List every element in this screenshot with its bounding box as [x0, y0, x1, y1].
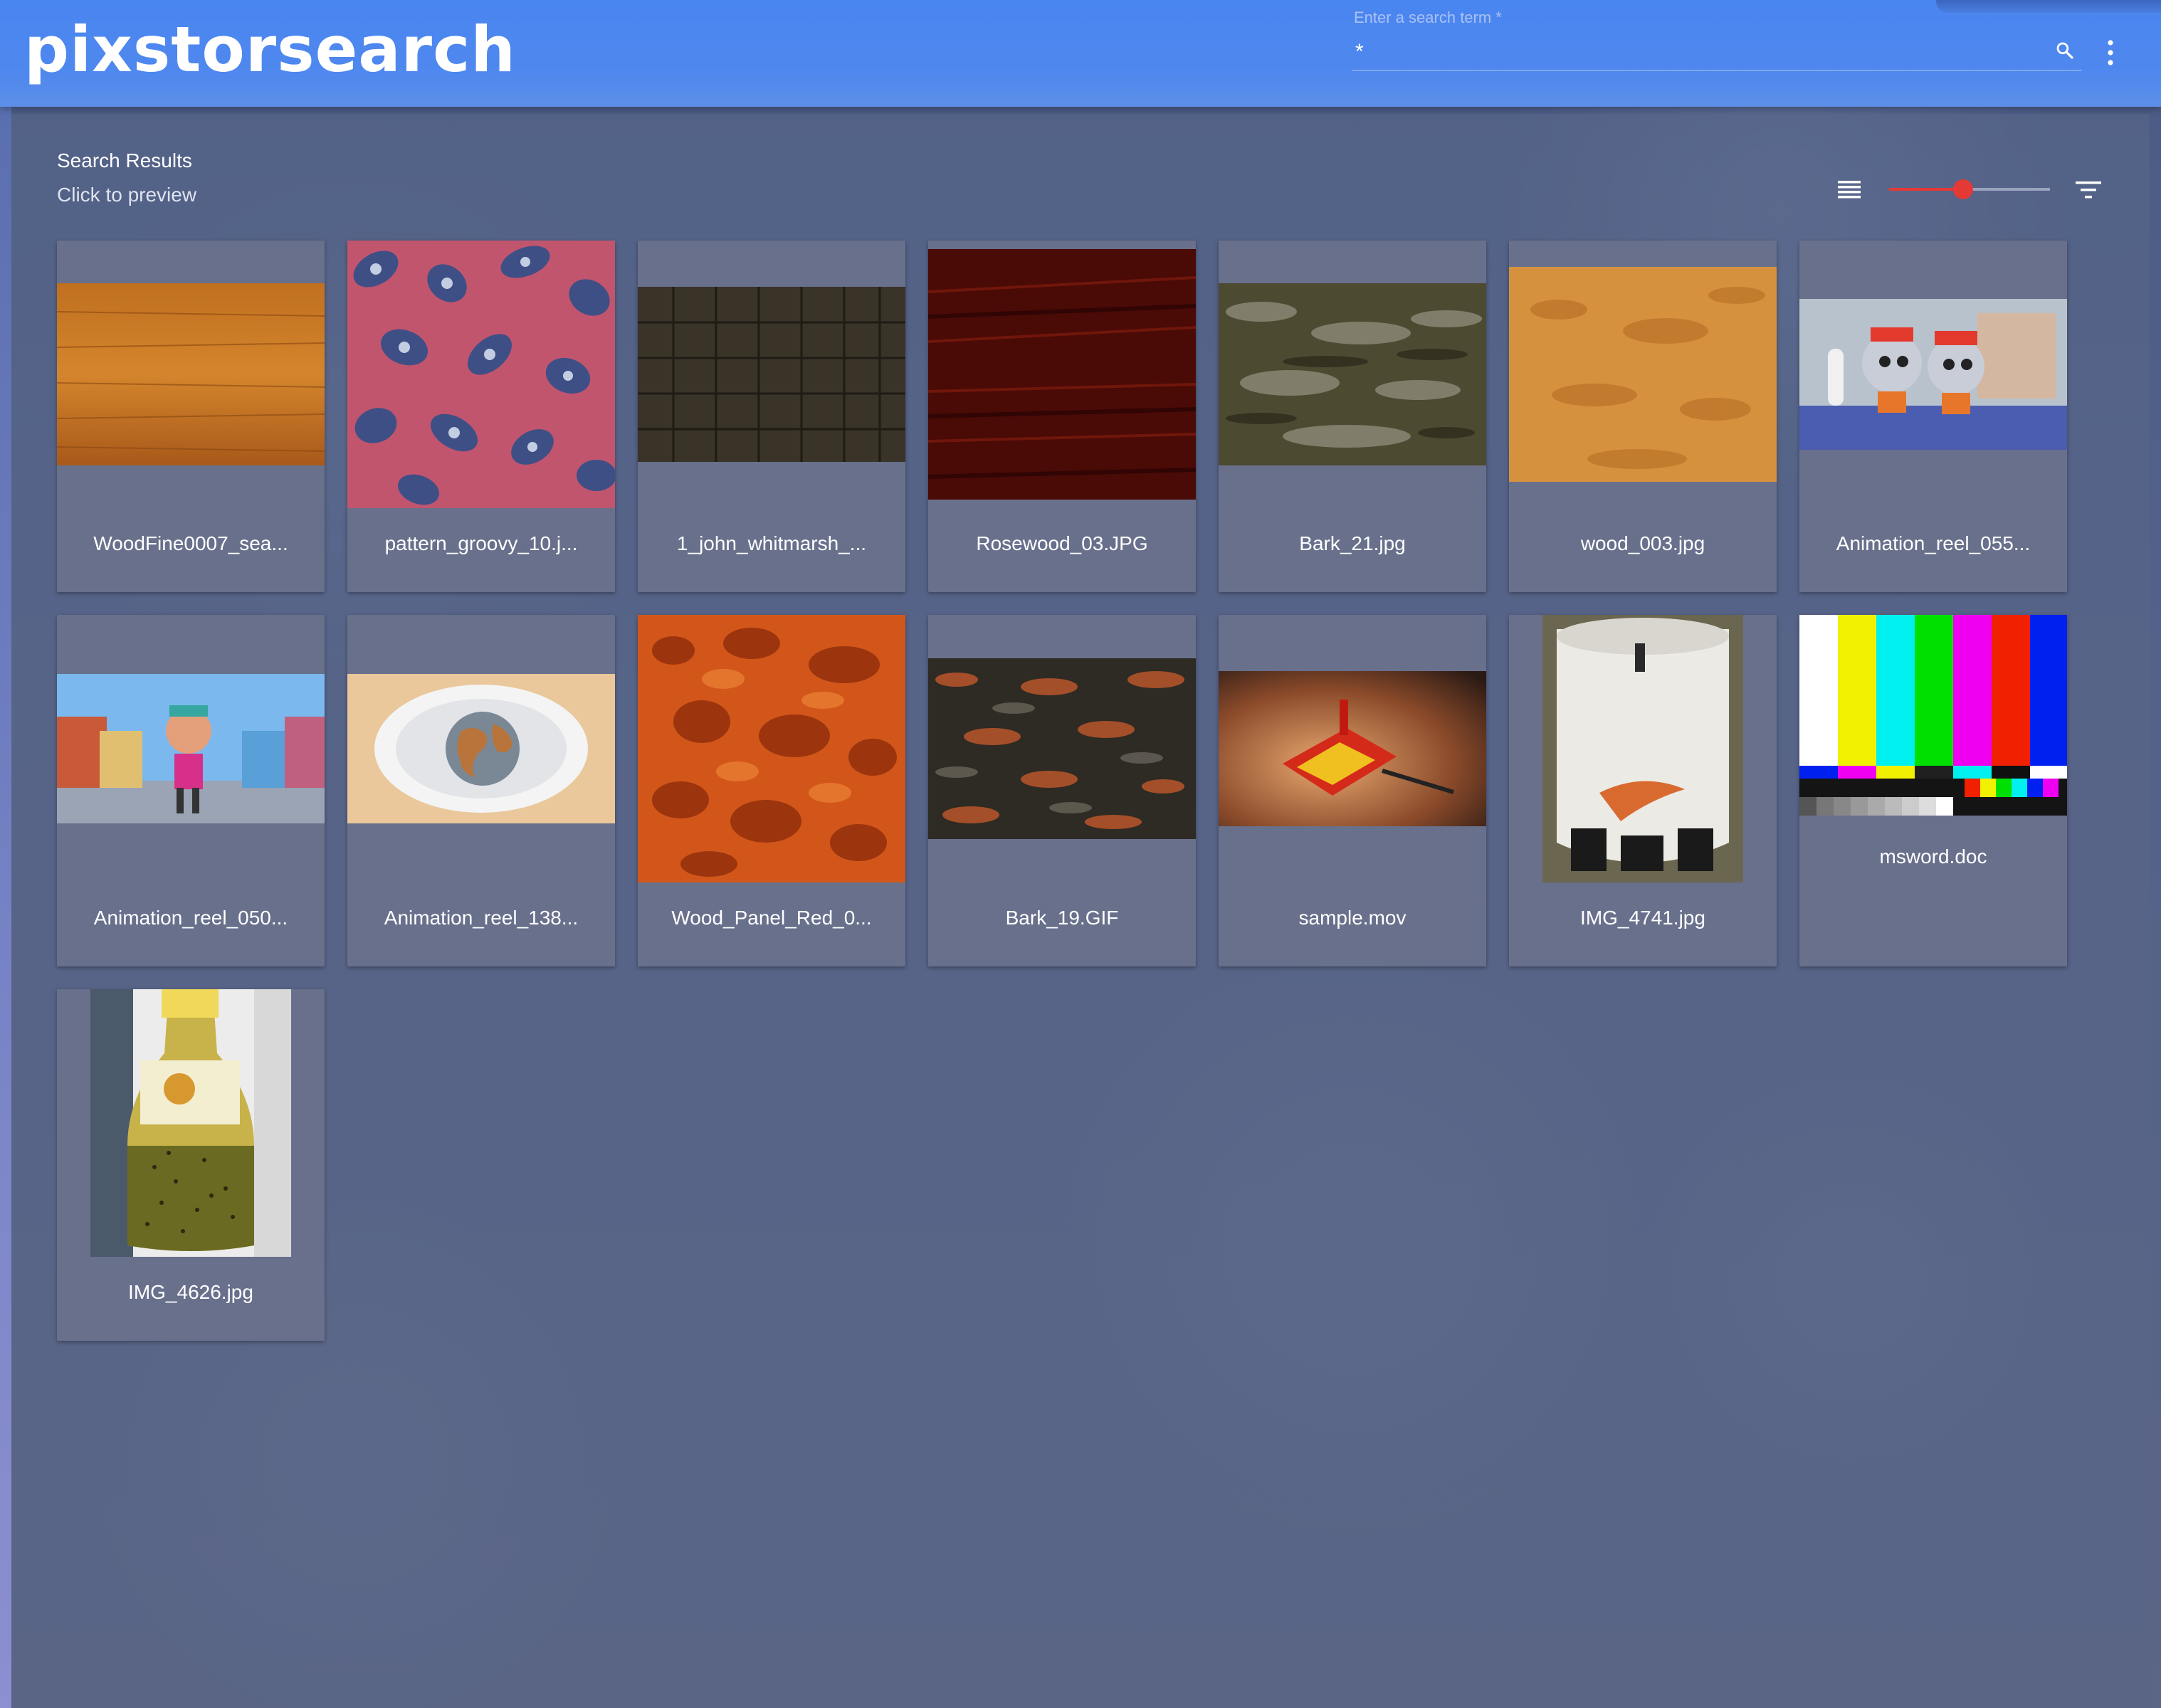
card-filename: Rosewood_03.JPG — [976, 532, 1148, 554]
more-vert-icon[interactable] — [2100, 38, 2121, 67]
result-card[interactable]: Rosewood_03.JPG — [928, 241, 1196, 592]
slider-track — [1962, 188, 2050, 191]
tile-thumbnail — [638, 287, 905, 462]
animation-thumbnail — [347, 674, 615, 823]
slider-track-active — [1889, 188, 1963, 191]
results-title: Search Results — [57, 149, 192, 172]
card-filename: WoodFine0007_sea... — [93, 532, 288, 554]
result-card[interactable]: WoodFine0007_sea... — [57, 241, 325, 592]
thumbnail-size-slider[interactable] — [1889, 179, 2050, 199]
card-filename: sample.mov — [1298, 907, 1407, 929]
result-card[interactable]: 1_john_whitmarsh_... — [638, 241, 905, 592]
card-filename: Wood_Panel_Red_0... — [671, 907, 872, 929]
result-card[interactable]: IMG_4741.jpg — [1509, 615, 1777, 966]
filter-icon[interactable] — [2074, 178, 2103, 202]
result-card[interactable]: Wood_Panel_Red_0... — [638, 615, 905, 966]
card-filename: wood_003.jpg — [1580, 532, 1705, 554]
wood-grain-thumbnail — [1509, 267, 1777, 482]
animation-thumbnail — [1799, 299, 2067, 450]
card-filename: Animation_reel_138... — [384, 907, 579, 929]
result-card[interactable]: Bark_21.jpg — [1219, 241, 1486, 592]
slider-thumb[interactable] — [1952, 179, 1973, 199]
card-filename: Animation_reel_050... — [93, 907, 288, 929]
animation-thumbnail — [57, 674, 325, 823]
card-filename: IMG_4626.jpg — [128, 1281, 253, 1303]
result-card[interactable]: IMG_4626.jpg — [57, 989, 325, 1341]
result-card[interactable]: msword.doc — [1799, 615, 2067, 966]
result-card[interactable]: wood_003.jpg — [1509, 241, 1777, 592]
result-card[interactable]: Bark_19.GIF — [928, 615, 1196, 966]
window-edge — [0, 107, 11, 1708]
results-subtitle: Click to preview — [57, 184, 197, 206]
card-filename: pattern_groovy_10.j... — [384, 532, 578, 554]
search-input[interactable] — [1352, 34, 2082, 71]
result-card[interactable]: Animation_reel_050... — [57, 615, 325, 966]
result-card[interactable]: Animation_reel_138... — [347, 615, 615, 966]
card-filename: IMG_4741.jpg — [1580, 907, 1705, 929]
list-view-icon[interactable] — [1836, 178, 1862, 202]
pattern-thumbnail — [347, 241, 615, 508]
color-bars-thumbnail — [1799, 615, 2067, 816]
bark-thumbnail — [1219, 283, 1486, 465]
card-filename: Bark_21.jpg — [1299, 532, 1406, 554]
video-thumbnail — [1219, 671, 1486, 826]
search-field[interactable]: Enter a search term * — [1352, 6, 2086, 71]
wood-panel-thumbnail — [638, 615, 905, 882]
card-filename: 1_john_whitmarsh_... — [676, 532, 867, 554]
result-card[interactable]: Animation_reel_055... — [1799, 241, 2067, 592]
wood-thumbnail — [57, 283, 325, 465]
photo-thumbnail — [90, 989, 291, 1257]
card-filename: Animation_reel_055... — [1836, 532, 2031, 554]
app-logo[interactable]: pixstorsearch — [24, 13, 516, 86]
bark-thumbnail — [928, 658, 1196, 839]
result-card[interactable]: pattern_groovy_10.j... — [347, 241, 615, 592]
search-label: Enter a search term * — [1354, 9, 1502, 26]
search-icon[interactable] — [2054, 40, 2076, 61]
card-filename: msword.doc — [1879, 845, 1987, 868]
card-filename: Bark_19.GIF — [1005, 907, 1119, 929]
result-card[interactable]: sample.mov — [1219, 615, 1486, 966]
rosewood-thumbnail — [928, 249, 1196, 500]
photo-thumbnail — [1542, 615, 1743, 882]
